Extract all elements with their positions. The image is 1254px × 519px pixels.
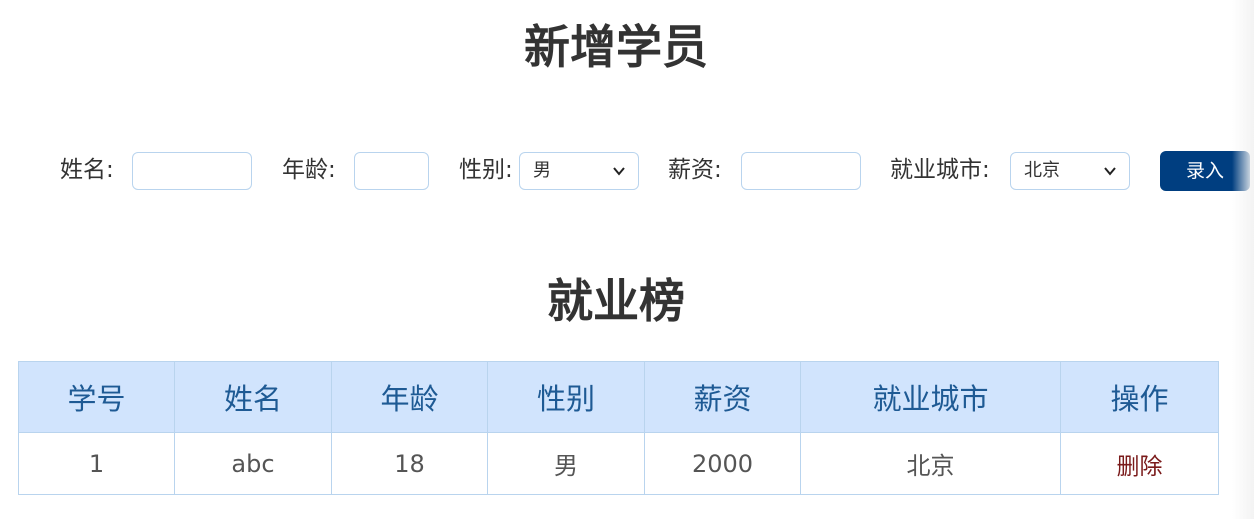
name-input[interactable] xyxy=(132,152,252,190)
cell-action: 删除 xyxy=(1060,432,1219,495)
city-select[interactable]: 北京 xyxy=(1010,152,1130,190)
column-header-action: 操作 xyxy=(1060,361,1219,433)
column-header-id: 学号 xyxy=(18,361,175,433)
column-header-salary: 薪资 xyxy=(644,361,801,433)
salary-input[interactable] xyxy=(741,152,861,190)
gender-selected-value: 男 xyxy=(533,160,551,181)
gender-label: 性别: xyxy=(459,157,513,183)
age-label: 年龄: xyxy=(282,157,336,183)
column-header-city: 就业城市 xyxy=(800,361,1061,433)
city-label: 就业城市: xyxy=(890,157,990,183)
column-header-age: 年龄 xyxy=(331,361,488,433)
cell-city: 北京 xyxy=(800,432,1061,495)
age-input[interactable] xyxy=(354,152,429,190)
cell-name: abc xyxy=(174,432,332,495)
chevron-down-icon xyxy=(1104,167,1116,176)
table-row: 1 abc 18 男 2000 北京 删除 xyxy=(18,432,1219,495)
form-title: 新增学员 xyxy=(524,20,708,74)
cell-gender: 男 xyxy=(487,432,645,495)
page: 新增学员 姓名: 年龄: 性别: 男 薪资: 就业城市: 北京 录入 就业榜 学… xyxy=(0,0,1254,519)
delete-link[interactable]: 删除 xyxy=(1117,454,1163,480)
column-header-gender: 性别 xyxy=(487,361,645,433)
cell-id: 1 xyxy=(18,432,175,495)
board-title: 就业榜 xyxy=(547,274,685,328)
cell-salary: 2000 xyxy=(644,432,801,495)
salary-label: 薪资: xyxy=(668,157,722,183)
cell-age: 18 xyxy=(331,432,488,495)
add-student-form: 姓名: 年龄: 性别: 男 薪资: 就业城市: 北京 录入 xyxy=(0,151,1254,191)
scroll-edge-shade xyxy=(1232,0,1254,519)
chevron-down-icon xyxy=(613,167,625,176)
employment-table: 学号 姓名 年龄 性别 薪资 就业城市 操作 1 abc 18 男 2000 北… xyxy=(18,361,1219,495)
column-header-name: 姓名 xyxy=(174,361,332,433)
city-selected-value: 北京 xyxy=(1024,160,1060,181)
gender-select[interactable]: 男 xyxy=(519,152,639,190)
table-header-row: 学号 姓名 年龄 性别 薪资 就业城市 操作 xyxy=(18,361,1219,433)
name-label: 姓名: xyxy=(60,157,114,183)
